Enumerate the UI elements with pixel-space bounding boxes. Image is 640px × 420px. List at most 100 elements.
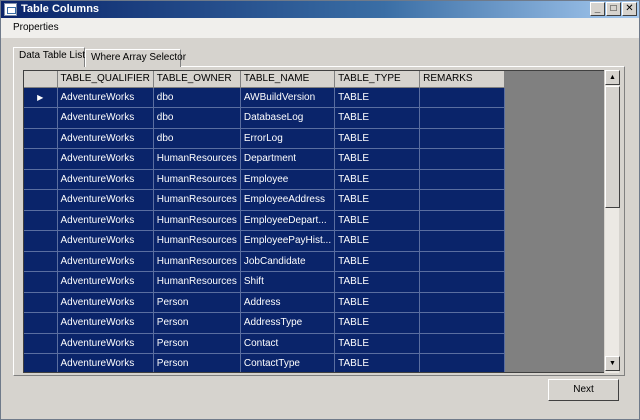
- row-header[interactable]: [24, 333, 58, 354]
- table-row[interactable]: AdventureWorks HumanResources Employee TABL…: [24, 169, 506, 190]
- minimize-button[interactable]: _: [590, 2, 605, 16]
- scroll-thumb[interactable]: [605, 86, 620, 208]
- cell-table-qualifier[interactable]: AdventureWorks: [57, 271, 154, 293]
- table-row[interactable]: AdventureWorks HumanResources Department TA…: [24, 148, 506, 170]
- cell-table-owner[interactable]: dbo: [153, 87, 241, 108]
- column-header-table-name[interactable]: TABLE_NAME: [240, 71, 336, 88]
- menu-properties[interactable]: Properties: [13, 22, 59, 34]
- column-header-table-owner[interactable]: TABLE_OWNER: [153, 71, 241, 88]
- cell-table-owner[interactable]: HumanResources: [153, 251, 241, 272]
- scroll-up-arrow-icon[interactable]: ▲: [605, 70, 620, 85]
- app-table-icon[interactable]: [4, 3, 17, 16]
- cell-table-owner[interactable]: dbo: [153, 128, 241, 149]
- cell-table-name[interactable]: Shift: [240, 271, 336, 293]
- cell-table-type[interactable]: TABLE: [334, 353, 421, 372]
- cell-table-qualifier[interactable]: AdventureWorks: [57, 189, 154, 211]
- cell-table-name[interactable]: Employee: [240, 169, 336, 190]
- row-header[interactable]: [24, 292, 58, 313]
- scroll-down-arrow-icon[interactable]: ▼: [605, 356, 620, 371]
- cell-table-qualifier[interactable]: AdventureWorks: [57, 87, 154, 108]
- cell-table-name[interactable]: DatabaseLog: [240, 107, 336, 129]
- cell-table-name[interactable]: Address: [240, 292, 336, 313]
- table-row[interactable]: AdventureWorks HumanResources EmployeeDepa…: [24, 210, 506, 231]
- restore-button[interactable]: □: [606, 2, 621, 16]
- title-bar[interactable]: Table Columns _ □ ✕: [1, 1, 639, 18]
- cell-table-name[interactable]: Department: [240, 148, 336, 170]
- cell-table-qualifier[interactable]: AdventureWorks: [57, 107, 154, 129]
- cell-remarks[interactable]: [419, 353, 506, 372]
- cell-table-type[interactable]: TABLE: [334, 189, 421, 211]
- row-header[interactable]: [24, 169, 58, 190]
- table-row[interactable]: ▶ AdventureWorks dbo AWBuildVersion TABLE: [24, 87, 506, 108]
- row-header[interactable]: [24, 148, 58, 170]
- cell-table-owner[interactable]: Person: [153, 353, 241, 372]
- cell-table-type[interactable]: TABLE: [334, 333, 421, 354]
- cell-table-owner[interactable]: HumanResources: [153, 189, 241, 211]
- data-grid[interactable]: TABLE_QUALIFIER TABLE_OWNER TABLE_NAME T…: [23, 70, 619, 373]
- row-header[interactable]: [24, 128, 58, 149]
- cell-table-qualifier[interactable]: AdventureWorks: [57, 210, 154, 231]
- cell-remarks[interactable]: [419, 230, 506, 252]
- cell-table-owner[interactable]: HumanResources: [153, 271, 241, 293]
- cell-table-qualifier[interactable]: AdventureWorks: [57, 333, 154, 354]
- cell-table-owner[interactable]: HumanResources: [153, 148, 241, 170]
- cell-table-type[interactable]: TABLE: [334, 271, 421, 293]
- row-header[interactable]: [24, 353, 58, 372]
- cell-table-type[interactable]: TABLE: [334, 230, 421, 252]
- table-row[interactable]: AdventureWorks HumanResources JobCandidate…: [24, 251, 506, 272]
- cell-table-type[interactable]: TABLE: [334, 87, 421, 108]
- cell-table-owner[interactable]: HumanResources: [153, 230, 241, 252]
- cell-table-type[interactable]: TABLE: [334, 128, 421, 149]
- cell-table-qualifier[interactable]: AdventureWorks: [57, 169, 154, 190]
- cell-table-name[interactable]: AddressType: [240, 312, 336, 334]
- cell-table-owner[interactable]: dbo: [153, 107, 241, 129]
- vertical-scrollbar[interactable]: ▲ ▼: [604, 70, 620, 373]
- row-header[interactable]: [24, 271, 58, 293]
- table-row[interactable]: AdventureWorks Person AddressType TABLE: [24, 312, 506, 334]
- cell-remarks[interactable]: [419, 292, 506, 313]
- row-header[interactable]: ▶: [24, 87, 58, 108]
- row-header[interactable]: [24, 189, 58, 211]
- cell-table-name[interactable]: ErrorLog: [240, 128, 336, 149]
- column-header-table-qualifier[interactable]: TABLE_QUALIFIER: [57, 71, 154, 88]
- cell-table-qualifier[interactable]: AdventureWorks: [57, 251, 154, 272]
- cell-table-type[interactable]: TABLE: [334, 251, 421, 272]
- cell-table-type[interactable]: TABLE: [334, 148, 421, 170]
- row-header[interactable]: [24, 210, 58, 231]
- cell-remarks[interactable]: [419, 107, 506, 129]
- cell-table-type[interactable]: TABLE: [334, 210, 421, 231]
- cell-remarks[interactable]: [419, 271, 506, 293]
- cell-table-qualifier[interactable]: AdventureWorks: [57, 148, 154, 170]
- table-row[interactable]: AdventureWorks Person Contact TABLE: [24, 333, 506, 354]
- row-header[interactable]: [24, 230, 58, 252]
- tab-where-array-selector[interactable]: Where Array Selector: [85, 49, 186, 67]
- cell-table-type[interactable]: TABLE: [334, 169, 421, 190]
- column-header-remarks[interactable]: REMARKS: [419, 71, 506, 88]
- cell-table-qualifier[interactable]: AdventureWorks: [57, 128, 154, 149]
- cell-table-owner[interactable]: Person: [153, 312, 241, 334]
- table-row[interactable]: AdventureWorks HumanResources EmployeeAddr…: [24, 189, 506, 211]
- cell-table-owner[interactable]: HumanResources: [153, 169, 241, 190]
- close-button[interactable]: ✕: [622, 2, 637, 16]
- next-button[interactable]: Next: [548, 379, 619, 401]
- cell-table-type[interactable]: TABLE: [334, 312, 421, 334]
- row-header[interactable]: [24, 251, 58, 272]
- cell-table-name[interactable]: EmployeePayHist...: [240, 230, 336, 252]
- cell-remarks[interactable]: [419, 189, 506, 211]
- table-row[interactable]: AdventureWorks dbo ErrorLog TABLE: [24, 128, 506, 149]
- cell-remarks[interactable]: [419, 210, 506, 231]
- row-header[interactable]: [24, 107, 58, 129]
- cell-table-name[interactable]: EmployeeDepart...: [240, 210, 336, 231]
- cell-table-qualifier[interactable]: AdventureWorks: [57, 230, 154, 252]
- cell-table-name[interactable]: ContactType: [240, 353, 336, 372]
- cell-table-name[interactable]: EmployeeAddress: [240, 189, 336, 211]
- cell-remarks[interactable]: [419, 251, 506, 272]
- column-header-table-type[interactable]: TABLE_TYPE: [334, 71, 421, 88]
- cell-table-owner[interactable]: HumanResources: [153, 210, 241, 231]
- cell-table-qualifier[interactable]: AdventureWorks: [57, 292, 154, 313]
- cell-table-type[interactable]: TABLE: [334, 292, 421, 313]
- table-row[interactable]: AdventureWorks HumanResources Shift TABLE: [24, 271, 506, 293]
- table-row[interactable]: AdventureWorks Person Address TABLE: [24, 292, 506, 313]
- cell-remarks[interactable]: [419, 87, 506, 108]
- table-row[interactable]: AdventureWorks HumanResources EmployeePayH…: [24, 230, 506, 252]
